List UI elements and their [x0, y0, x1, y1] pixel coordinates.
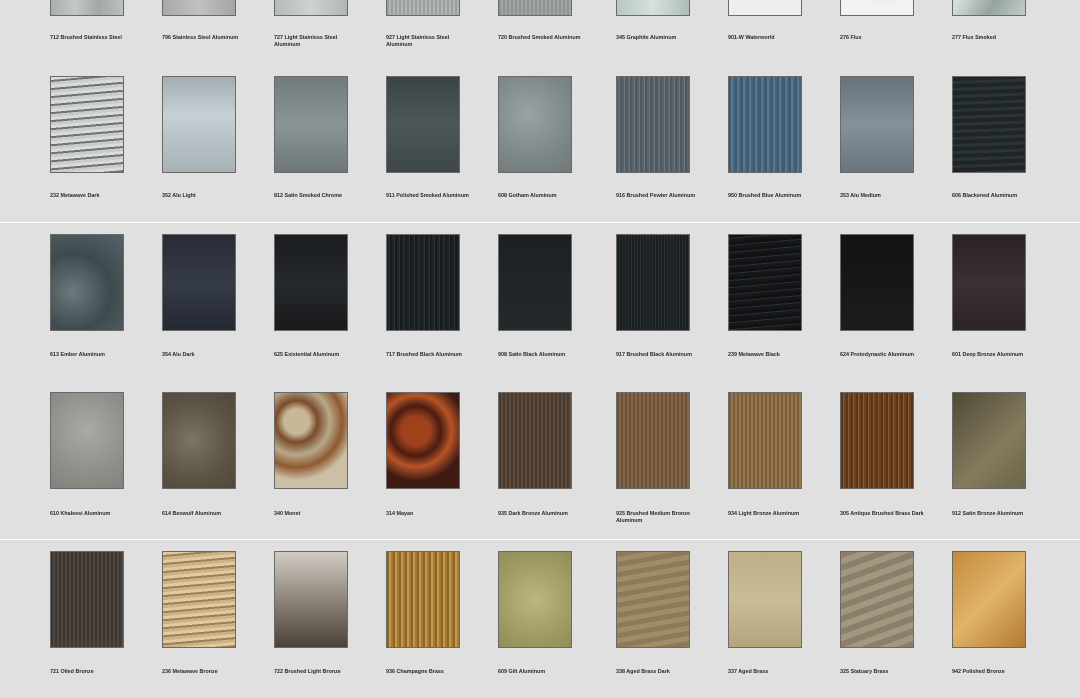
- material-swatch[interactable]: [616, 392, 690, 489]
- swatch-label: 727 Light Stainless Steel Aluminum: [274, 35, 338, 48]
- swatch-label: 276 Flux: [840, 35, 862, 41]
- material-swatch[interactable]: [386, 234, 460, 331]
- swatch-label: 916 Brushed Pewter Aluminum: [616, 193, 696, 199]
- swatch-label: 796 Stainless Steel Aluminum: [162, 35, 239, 41]
- swatch-label: 901-W Waterworld: [728, 35, 775, 41]
- swatch-label: 935 Dark Bronze Aluminum: [498, 511, 568, 517]
- material-swatch[interactable]: [616, 551, 690, 648]
- swatch-label: 712 Brushed Stainless Steel: [50, 35, 122, 41]
- material-swatch[interactable]: [728, 551, 802, 648]
- material-swatch[interactable]: [274, 392, 348, 489]
- material-swatch[interactable]: [386, 392, 460, 489]
- swatch-label: 717 Brushed Black Aluminum: [386, 352, 462, 358]
- swatch-label: 613 Ember Aluminum: [50, 352, 105, 358]
- material-swatch[interactable]: [616, 76, 690, 173]
- swatch-label: 239 Metawave Black: [728, 352, 780, 358]
- swatch-label: 606 Blackened Aluminum: [952, 193, 1018, 199]
- swatch-label: 352 Alu Light: [162, 193, 196, 199]
- swatch-label: 305 Antique Brushed Brass Dark: [840, 511, 924, 517]
- material-swatch[interactable]: [386, 0, 460, 16]
- swatch-label: 917 Brushed Black Aluminum: [616, 352, 692, 358]
- swatch-label: 614 Beowulf Aluminum: [162, 511, 222, 517]
- swatch-label: 345 Graphite Aluminum: [616, 35, 677, 41]
- material-swatch[interactable]: [498, 0, 572, 16]
- swatch-label: 624 Protodynastic Aluminum: [840, 352, 915, 358]
- material-swatch[interactable]: [952, 392, 1026, 489]
- material-swatch[interactable]: [728, 234, 802, 331]
- material-swatch[interactable]: [162, 551, 236, 648]
- material-swatch[interactable]: [952, 234, 1026, 331]
- material-swatch[interactable]: [616, 0, 690, 16]
- material-swatch[interactable]: [840, 0, 914, 16]
- material-swatch[interactable]: [498, 234, 572, 331]
- material-swatch[interactable]: [728, 0, 802, 16]
- material-swatch[interactable]: [498, 392, 572, 489]
- swatch-label: 232 Metawave Dark: [50, 193, 100, 199]
- material-swatch[interactable]: [50, 76, 124, 173]
- material-swatch[interactable]: [162, 76, 236, 173]
- material-swatch[interactable]: [952, 76, 1026, 173]
- swatch-label: 314 Mayan: [386, 511, 414, 517]
- swatch-label: 608 Gotham Aluminum: [498, 193, 557, 199]
- swatch-label: 911 Polished Smoked Aluminum: [386, 193, 469, 199]
- material-swatch[interactable]: [840, 392, 914, 489]
- swatch-label: 277 Flux Smoked: [952, 35, 997, 41]
- swatch-label: 925 Brushed Medium Bronze Aluminum: [616, 511, 690, 524]
- swatch-label: 912 Satin Bronze Aluminum: [952, 511, 1024, 517]
- material-swatch[interactable]: [50, 392, 124, 489]
- material-swatch[interactable]: [274, 76, 348, 173]
- material-swatch[interactable]: [50, 0, 124, 16]
- material-swatch[interactable]: [274, 0, 348, 16]
- material-swatch[interactable]: [952, 551, 1026, 648]
- material-swatch[interactable]: [50, 551, 124, 648]
- material-swatch[interactable]: [728, 392, 802, 489]
- swatch-label: 720 Brushed Smoked Aluminum: [498, 35, 581, 41]
- material-swatch[interactable]: [840, 76, 914, 173]
- swatch-label: 927 Light Stainless Steel Aluminum: [386, 35, 450, 48]
- swatch-label: 354 Alu Dark: [162, 352, 195, 358]
- material-swatch[interactable]: [274, 551, 348, 648]
- material-swatch[interactable]: [498, 551, 572, 648]
- material-swatch[interactable]: [162, 392, 236, 489]
- swatch-label: 625 Existential Aluminum: [274, 352, 340, 358]
- swatch-label: 353 Alu Medium: [840, 193, 881, 199]
- swatch-label: 610 Khaleesi Aluminum: [50, 511, 111, 517]
- swatch-label: 812 Satin Smoked Chrome: [274, 193, 343, 199]
- swatch-label: 601 Deep Bronze Aluminum: [952, 352, 1024, 358]
- material-swatch[interactable]: [162, 0, 236, 16]
- material-swatch[interactable]: [840, 234, 914, 331]
- swatch-label: 950 Brushed Blue Aluminum: [728, 193, 802, 199]
- material-swatch[interactable]: [386, 551, 460, 648]
- material-swatch[interactable]: [50, 234, 124, 331]
- material-swatch[interactable]: [386, 76, 460, 173]
- material-swatch[interactable]: [952, 0, 1026, 16]
- material-swatch[interactable]: [840, 551, 914, 648]
- material-swatch[interactable]: [498, 76, 572, 173]
- swatch-label: 908 Satin Black Aluminum: [498, 352, 566, 358]
- material-swatch[interactable]: [162, 234, 236, 331]
- swatch-label: 340 Monet: [274, 511, 301, 517]
- material-swatch[interactable]: [728, 76, 802, 173]
- material-swatch[interactable]: [274, 234, 348, 331]
- material-swatch[interactable]: [616, 234, 690, 331]
- swatch-label: 934 Light Bronze Aluminum: [728, 511, 800, 517]
